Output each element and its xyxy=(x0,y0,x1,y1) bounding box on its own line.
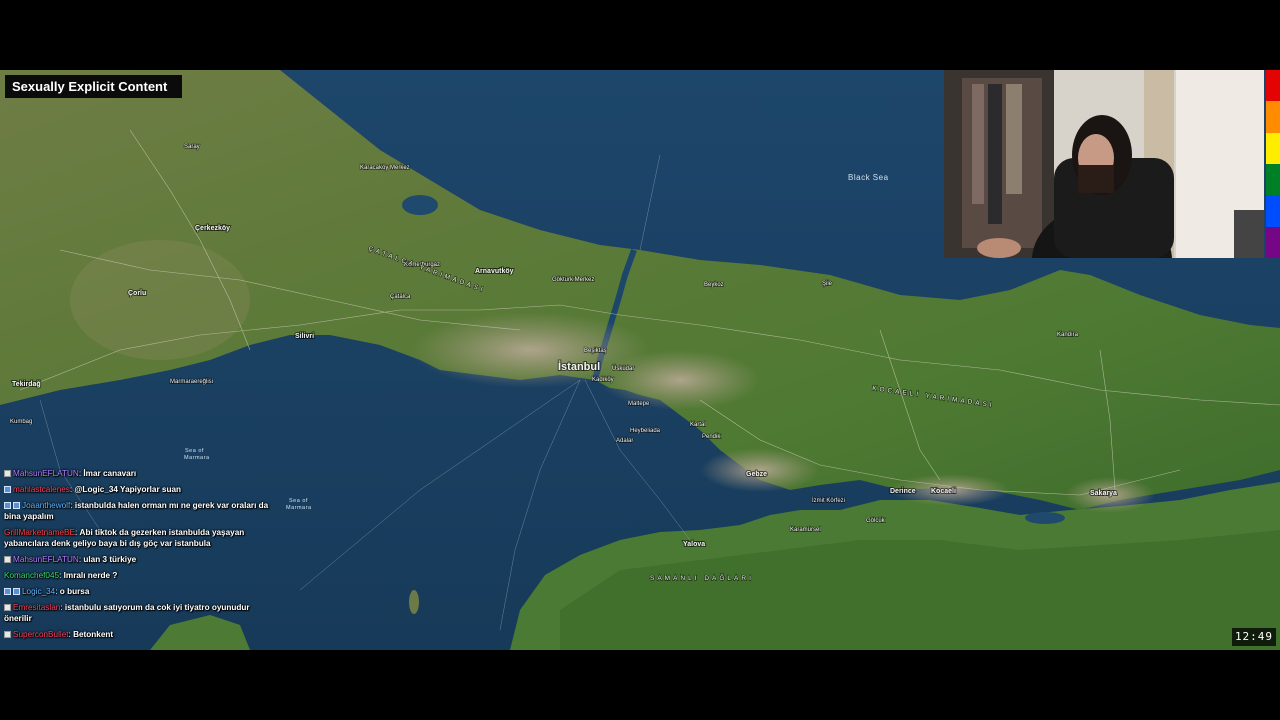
subscriber-badge-icon xyxy=(13,588,20,595)
lake xyxy=(402,195,438,215)
chat-message: Joaanthewolf: istanbulda halen orman mı … xyxy=(4,501,269,521)
svg-text:Sea of: Sea of xyxy=(185,448,204,454)
svg-text:Çerkezköy: Çerkezköy xyxy=(195,225,230,232)
chat-text: @Logic_34 Yapiyorlar suan xyxy=(74,485,182,494)
chat-text: ulan 3 türkiye xyxy=(83,555,137,564)
user-badge-icon xyxy=(4,631,11,638)
pride-stripe xyxy=(1266,195,1280,227)
svg-text:Çorlu: Çorlu xyxy=(128,290,146,297)
user-badge-icon xyxy=(4,556,11,563)
svg-text:Adalar: Adalar xyxy=(616,438,633,444)
chat-username[interactable]: Joaanthewolf xyxy=(22,501,70,510)
chat-username[interactable]: GrillMarketnameBE xyxy=(4,528,75,537)
svg-text:Saray: Saray xyxy=(184,144,200,150)
chat-text: Imralı nerde ? xyxy=(63,571,118,580)
svg-text:Kadıköy: Kadıköy xyxy=(592,377,614,383)
chat-text: o bursa xyxy=(59,587,90,596)
svg-text:Kandıra: Kandıra xyxy=(1057,332,1079,338)
user-badge-icon xyxy=(4,588,11,595)
svg-text:Üsküdar: Üsküdar xyxy=(612,365,634,372)
svg-text:Pendik: Pendik xyxy=(702,434,721,440)
svg-text:SAMANLI DAĞLARI: SAMANLI DAĞLARI xyxy=(650,573,754,582)
user-badge-icon xyxy=(4,502,11,509)
svg-text:Karacaköy Merkez: Karacaköy Merkez xyxy=(360,165,410,171)
chat-message: MahsunEFLATUN: ulan 3 türkiye xyxy=(4,554,274,565)
chat-message: Logic_34: o bursa xyxy=(4,586,274,597)
svg-text:Beşiktaş: Beşiktaş xyxy=(584,348,607,354)
svg-text:Marmaraereğlisi: Marmaraereğlisi xyxy=(170,379,213,385)
chat-message: Emresitaslan: istanbulu satıyorum da cok… xyxy=(4,603,250,623)
svg-text:Sea of: Sea of xyxy=(289,498,308,504)
svg-text:Beykoz: Beykoz xyxy=(704,282,724,288)
chat-username[interactable]: MahsunEFLATUN xyxy=(13,555,79,564)
pride-stripe xyxy=(1266,132,1280,164)
pride-stripe xyxy=(1266,101,1280,133)
svg-text:İzmit Körfezi: İzmit Körfezi xyxy=(812,497,845,504)
chat-text: İmar canavarı xyxy=(83,469,137,478)
svg-text:Çatalca: Çatalca xyxy=(390,294,411,300)
svg-text:Marmara: Marmara xyxy=(184,455,210,461)
svg-text:Şile: Şile xyxy=(822,281,833,287)
chat-username[interactable]: SuperconBullet xyxy=(13,630,69,639)
svg-text:İstanbul: İstanbul xyxy=(558,360,600,373)
svg-text:Silivri: Silivri xyxy=(295,333,314,340)
svg-text:Karamürsel: Karamürsel xyxy=(790,527,821,533)
user-badge-icon xyxy=(4,486,11,493)
clock-display: 12:49 xyxy=(1232,628,1276,646)
svg-text:Kumbag: Kumbag xyxy=(10,419,32,425)
chat-message: MahsunEFLATUN: İmar canavarı xyxy=(4,468,274,479)
chat-message: GrillMarketnameBE: Abi tiktok da gezerke… xyxy=(4,528,245,548)
pride-flag-bar xyxy=(1266,70,1280,258)
webcam-feed xyxy=(944,70,1264,258)
svg-text:Marmara: Marmara xyxy=(286,505,312,511)
chat-message: mahlastcalenes: @Logic_34 Yapiyorlar sua… xyxy=(4,484,274,495)
svg-text:Derince: Derince xyxy=(890,488,916,495)
svg-text:Heybeliada: Heybeliada xyxy=(630,428,661,434)
chat-username[interactable]: MahsunEFLATUN xyxy=(13,469,79,478)
chat-overlay: MahsunEFLATUN: İmar canavarı mahlastcale… xyxy=(4,468,274,645)
svg-text:Gebze: Gebze xyxy=(746,471,767,478)
lake xyxy=(1025,512,1065,524)
chat-username[interactable]: Komanchef045 xyxy=(4,571,59,580)
svg-text:Yalova: Yalova xyxy=(683,541,705,548)
webcam-overlay xyxy=(944,70,1264,258)
user-badge-icon xyxy=(4,470,11,477)
user-badge-icon xyxy=(4,604,11,611)
svg-text:Gökturk Merkez: Gökturk Merkez xyxy=(552,277,594,283)
svg-text:Sakarya: Sakarya xyxy=(1090,490,1117,497)
svg-text:Arnavutköy: Arnavutköy xyxy=(475,268,514,275)
urban-area-gebze xyxy=(700,448,820,492)
svg-text:Kartal: Kartal xyxy=(690,422,706,428)
chat-username[interactable]: Emresitaslan xyxy=(13,603,60,612)
chat-username[interactable]: mahlastcalenes xyxy=(13,485,70,494)
chat-message: Komanchef045: Imralı nerde ? xyxy=(4,571,118,580)
pride-stripe xyxy=(1266,226,1280,258)
chat-username[interactable]: Logic_34 xyxy=(22,587,55,596)
chat-message: SuperconBullet: Betonkent xyxy=(4,629,274,640)
stream-viewport: Black Sea Sea of Marmara Sea of Marmara … xyxy=(0,70,1280,650)
chat-text: Betonkent xyxy=(73,630,114,639)
svg-text:Tekirdağ: Tekirdağ xyxy=(12,381,41,388)
pride-stripe xyxy=(1266,163,1280,196)
subscriber-badge-icon xyxy=(13,502,20,509)
svg-text:Black Sea: Black Sea xyxy=(848,173,889,182)
content-warning-label: Sexually Explicit Content xyxy=(5,75,183,98)
pride-stripe xyxy=(1266,70,1280,102)
urban-area-anatolian xyxy=(600,350,760,410)
svg-text:Gölcük: Gölcük xyxy=(866,518,886,524)
svg-text:Maltepe: Maltepe xyxy=(628,401,650,407)
island xyxy=(409,590,419,614)
svg-text:Kocaeli: Kocaeli xyxy=(931,488,956,495)
